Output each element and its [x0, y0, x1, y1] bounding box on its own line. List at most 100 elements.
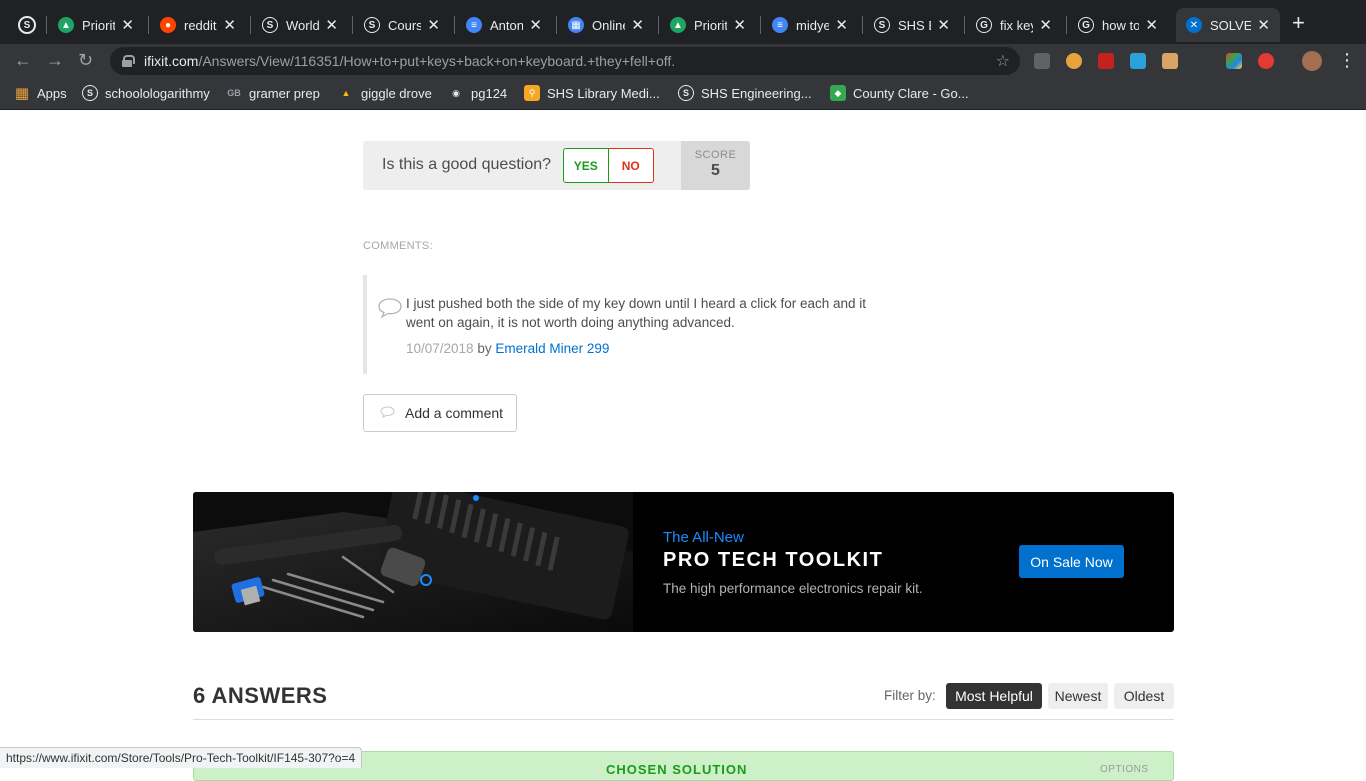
comment-by: by — [477, 341, 492, 356]
browser-tab[interactable]: ▦ Online ✕ — [558, 8, 654, 42]
tab-close-icon[interactable]: ✕ — [835, 16, 848, 34]
maps-icon: ◆ — [830, 85, 846, 101]
tab-close-icon[interactable]: ✕ — [733, 16, 746, 34]
browser-tab[interactable]: ≡ midyea ✕ — [762, 8, 858, 42]
banner-kicker: The All-New — [663, 529, 744, 546]
docs-icon: ≡ — [772, 17, 788, 33]
tab-title: Online — [592, 17, 625, 33]
box-extension-icon[interactable] — [1162, 53, 1178, 69]
drive-icon: ▲ — [58, 17, 74, 33]
address-bar[interactable]: ifixit.com/Answers/View/116351/How+to+pu… — [110, 47, 1020, 75]
tab-close-icon[interactable]: ✕ — [121, 16, 134, 34]
browser-tab[interactable]: S World I ✕ — [252, 8, 348, 42]
drive-icon: ▲ — [338, 85, 354, 101]
filter-most-helpful[interactable]: Most Helpful — [946, 683, 1042, 709]
color-extension-icon[interactable] — [1226, 53, 1242, 69]
bookmark-label: SHS Library Medi... — [547, 85, 660, 101]
speech-bubble-icon — [377, 297, 403, 324]
tab-close-icon[interactable]: ✕ — [937, 16, 950, 34]
options-menu[interactable]: OPTIONS — [1100, 764, 1149, 775]
browser-tab[interactable]: ≡ Anton ✕ — [456, 8, 552, 42]
apps-grid-icon: ▦ — [14, 85, 30, 102]
comment-meta: 10/07/2018 by Emerald Miner 299 — [406, 341, 609, 356]
library-icon: ⚲ — [524, 85, 540, 101]
bookmark-label: pg124 — [471, 85, 508, 101]
check-extension-icon[interactable] — [1130, 53, 1146, 69]
tab-separator — [1066, 16, 1067, 34]
bookmark-label: giggle drove — [361, 85, 432, 101]
page-content: Is this a good question? YES NO SCORE 5 … — [0, 110, 1366, 781]
tab-title: Priority — [694, 17, 728, 33]
tab-separator — [46, 16, 47, 34]
on-sale-now-button[interactable]: On Sale Now — [1019, 545, 1124, 578]
tab-close-icon[interactable]: ✕ — [325, 16, 338, 34]
tab-close-icon[interactable]: ✕ — [631, 16, 644, 34]
filter-oldest[interactable]: Oldest — [1114, 683, 1174, 709]
comment-author-link[interactable]: Emerald Miner 299 — [495, 341, 609, 356]
browser-tab[interactable]: ● reddit: ✕ — [150, 8, 246, 42]
forward-icon[interactable]: → — [46, 50, 64, 71]
question-vote-box: Is this a good question? YES NO SCORE 5 — [363, 141, 750, 190]
score-box: SCORE 5 — [681, 141, 750, 190]
browser-tab[interactable]: S Course ✕ — [354, 8, 450, 42]
browser-tab[interactable]: S SHS Er ✕ — [864, 8, 960, 42]
gb-icon: GB — [226, 85, 242, 101]
bookmark-item[interactable]: ◉ pg124 — [448, 85, 507, 101]
filter-label: Filter by: — [884, 688, 936, 703]
browser-tab[interactable]: Ghow to ✕ — [1068, 8, 1168, 42]
tab-close-icon[interactable]: ✕ — [1145, 16, 1158, 34]
google-icon: G — [976, 17, 992, 33]
browser-tab[interactable]: Gfix key ✕ — [966, 8, 1062, 42]
adblock-extension-icon[interactable] — [1098, 53, 1114, 69]
add-comment-button[interactable]: Add a comment — [363, 394, 517, 432]
owl-extension-icon[interactable] — [1066, 53, 1082, 69]
schoology-icon: S — [678, 85, 694, 101]
tab-title: midyea — [796, 17, 830, 33]
ifixit-icon: ✕ — [1186, 17, 1202, 33]
vote-no-button[interactable]: NO — [608, 148, 654, 183]
schoology-pinned-tab-icon[interactable]: S — [18, 16, 36, 34]
tab-close-icon[interactable]: ✕ — [1039, 16, 1052, 34]
bookmark-label: Apps — [37, 85, 67, 101]
browser-toolbar: ← → ↻ ifixit.com/Answers/View/116351/How… — [0, 44, 1366, 78]
bookmark-item[interactable]: ◆ County Clare - Go... — [830, 85, 969, 101]
status-bar-url: https://www.ifixit.com/Store/Tools/Pro-T… — [0, 747, 363, 768]
pro-tech-toolkit-banner[interactable]: The All-New PRO TECH TOOLKIT The high pe… — [193, 492, 1174, 632]
bookmark-item[interactable]: ▲ giggle drove — [338, 85, 432, 101]
bookmark-item[interactable]: ⚲ SHS Library Medi... — [524, 85, 660, 101]
bookmark-label: County Clare - Go... — [853, 85, 969, 101]
new-tab-button[interactable]: + — [1292, 12, 1305, 34]
back-icon[interactable]: ← — [14, 50, 32, 71]
filter-newest[interactable]: Newest — [1048, 683, 1108, 709]
profile-avatar[interactable] — [1302, 51, 1322, 71]
bookmark-label: gramer prep — [249, 85, 320, 101]
bookmark-star-icon[interactable]: ☆ — [996, 51, 1010, 71]
tab-title: fix key — [1000, 17, 1034, 33]
browser-tab[interactable]: ▲ Priority ✕ — [660, 8, 756, 42]
tab-close-icon[interactable]: ✕ — [1257, 16, 1270, 34]
browser-menu-icon[interactable]: ⋮ — [1338, 50, 1356, 71]
reddit-icon: ● — [160, 17, 176, 33]
bookmarks-bar: ▦ Apps Sschoolologarithmy GB gramer prep ▲ gig… — [0, 78, 1366, 110]
schoology-icon: S — [364, 17, 380, 33]
bookmark-item[interactable]: Sschoolologarithmy — [82, 85, 210, 101]
tab-close-icon[interactable]: ✕ — [529, 16, 542, 34]
tab-separator — [250, 16, 251, 34]
bookmark-item[interactable]: S SHS Engineering... — [678, 85, 812, 101]
tab-close-icon[interactable]: ✕ — [427, 16, 440, 34]
comment-bubble-icon — [380, 405, 395, 421]
banner-title: PRO TECH TOOLKIT — [663, 549, 884, 571]
reload-icon[interactable]: ↻ — [78, 50, 93, 71]
browser-tab[interactable]: ▲ Priority ✕ — [48, 8, 144, 42]
crx-extension-icon[interactable] — [1034, 53, 1050, 69]
browser-tab[interactable]: ✕ SOLVE ✕ — [1176, 8, 1280, 42]
bookmark-item[interactable]: ▦ Apps — [14, 85, 67, 102]
generic-icon: ▦ — [568, 17, 584, 33]
lock-icon — [122, 55, 135, 67]
vote-yes-button[interactable]: YES — [563, 148, 609, 183]
red-extension-icon[interactable] — [1258, 53, 1274, 69]
schoology-icon: S — [874, 17, 890, 33]
bookmark-item[interactable]: GB gramer prep — [226, 85, 320, 101]
schoology-icon: S — [82, 85, 98, 101]
tab-close-icon[interactable]: ✕ — [223, 16, 236, 34]
